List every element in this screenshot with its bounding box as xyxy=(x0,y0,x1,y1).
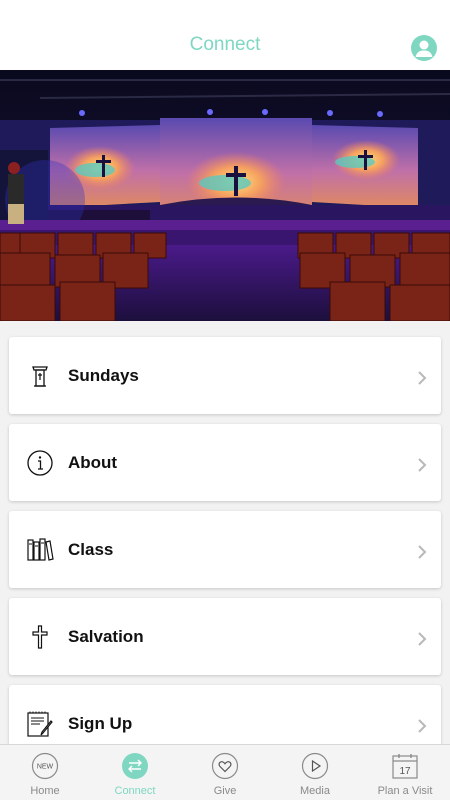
hero-image xyxy=(0,70,450,321)
connect-arrows-icon xyxy=(122,753,148,779)
user-avatar-icon xyxy=(411,35,437,61)
menu-item-class[interactable]: Class xyxy=(9,511,441,588)
chevron-right-icon xyxy=(418,458,427,472)
menu-item-label: Sign Up xyxy=(68,714,133,733)
tab-label: Connect xyxy=(114,785,156,797)
heart-icon xyxy=(211,752,239,780)
app-screen: Connect Sundays About Class Salvation Si… xyxy=(0,0,450,800)
profile-button[interactable] xyxy=(411,35,437,61)
tab-label: Media xyxy=(300,785,330,797)
tab-give[interactable]: Give xyxy=(180,745,270,800)
tab-plan-a-visit[interactable]: 17 Plan a Visit xyxy=(360,745,450,800)
tab-label: Plan a Visit xyxy=(377,785,433,797)
chevron-right-icon xyxy=(418,632,427,646)
menu-item-label: About xyxy=(68,453,118,472)
top-header: Connect xyxy=(0,0,450,70)
church-stage-photo xyxy=(0,70,450,321)
menu-item-label: Sundays xyxy=(68,366,139,385)
tab-media[interactable]: Media xyxy=(270,745,360,800)
menu-item-sundays[interactable]: Sundays xyxy=(9,337,441,414)
menu-item-salvation[interactable]: Salvation xyxy=(9,598,441,675)
books-icon xyxy=(27,538,54,561)
menu-item-about[interactable]: About xyxy=(9,424,441,501)
calendar-date-text: 17 xyxy=(399,766,411,777)
page-title: Connect xyxy=(189,34,261,55)
new-badge-icon: NEW xyxy=(31,752,59,780)
signup-form-icon xyxy=(27,711,53,737)
tab-home[interactable]: NEW Home xyxy=(0,745,90,800)
tab-label: Give xyxy=(213,785,237,797)
tab-label: Home xyxy=(30,785,60,797)
cross-icon xyxy=(32,625,48,649)
tab-connect[interactable]: Connect xyxy=(90,745,180,800)
menu-item-label: Salvation xyxy=(68,627,144,646)
pulpit-icon xyxy=(32,366,48,387)
info-icon xyxy=(27,450,53,476)
chevron-right-icon xyxy=(418,371,427,385)
calendar-icon: 17 xyxy=(392,754,418,779)
menu-item-label: Class xyxy=(68,540,114,559)
home-badge-text: NEW xyxy=(37,764,54,771)
chevron-right-icon xyxy=(418,545,427,559)
play-icon xyxy=(301,752,329,780)
bottom-tab-bar: NEW Home Connect Give Media 17 Plan a Vi… xyxy=(0,744,450,800)
chevron-right-icon xyxy=(418,719,427,733)
connect-menu: Sundays About Class Salvation Sign Up xyxy=(9,337,441,772)
